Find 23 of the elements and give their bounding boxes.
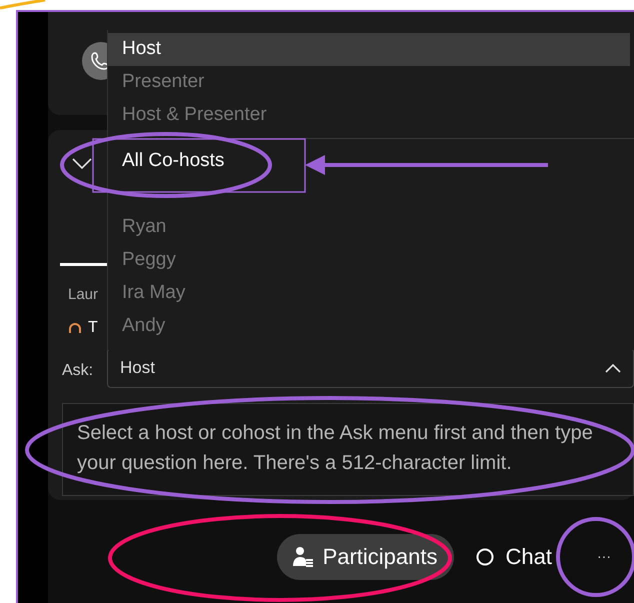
ask-label: Ask: — [62, 361, 94, 381]
participants-button[interactable]: Participants — [276, 534, 454, 580]
chat-button[interactable]: Chat — [476, 534, 552, 580]
menu-item[interactable]: Host & Presenter — [108, 99, 634, 132]
headset-icon — [68, 322, 82, 334]
status-text: T — [88, 318, 98, 338]
menu-item[interactable]: All Co-hosts — [108, 145, 634, 178]
more-button[interactable]: ··· — [584, 536, 624, 576]
menu-item[interactable]: Host — [108, 33, 630, 66]
chevron-up-icon — [605, 363, 621, 373]
chevron-down-icon — [72, 158, 92, 170]
ask-dropdown[interactable]: Host — [107, 348, 634, 388]
author-name: Laur — [68, 285, 98, 305]
person-list-icon — [292, 546, 313, 568]
tab-underline — [60, 263, 110, 266]
menu-item[interactable]: Peggy — [108, 244, 634, 277]
menu-item[interactable]: Andy — [108, 310, 634, 343]
question-field[interactable]: Select a host or cohost in the Ask menu first and then type your question here. There's a 512-character limit. — [63, 404, 633, 495]
menu-item[interactable]: Ryan — [108, 211, 634, 244]
chat-bubble-icon — [476, 548, 494, 566]
menu-item[interactable]: Ira May — [108, 277, 634, 310]
menu-item[interactable]: Presenter — [108, 66, 634, 99]
annotation-curve — [0, 0, 46, 10]
